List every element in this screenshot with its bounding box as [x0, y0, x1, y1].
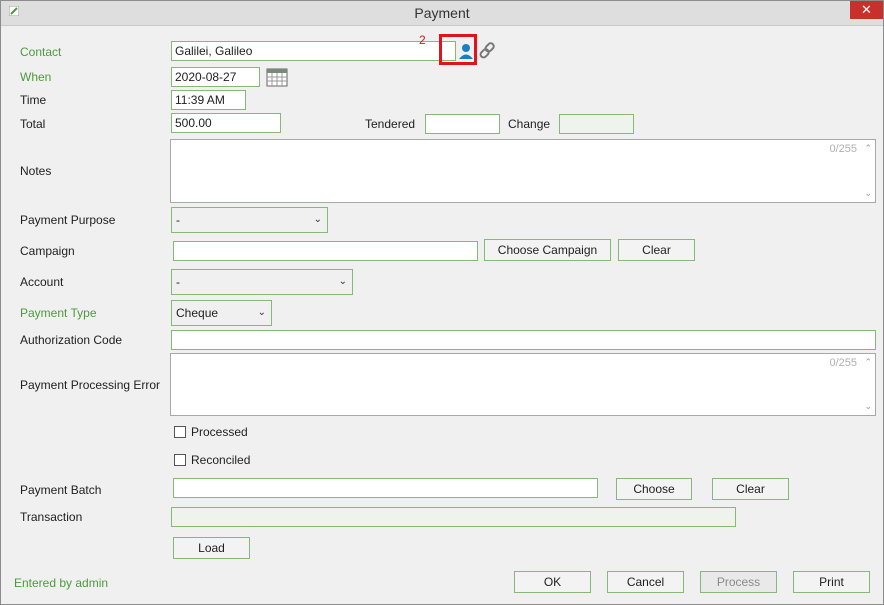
payment-type-value: Cheque — [176, 306, 219, 320]
processed-label: Processed — [191, 425, 248, 439]
payment-purpose-label: Payment Purpose — [20, 213, 116, 227]
reconciled-label: Reconciled — [191, 453, 251, 467]
contact-label: Contact — [20, 45, 62, 59]
entered-by-text: Entered by admin — [14, 576, 109, 590]
scroll-up-icon[interactable]: ⌃ — [864, 143, 872, 154]
transaction-label: Transaction — [20, 510, 83, 524]
total-label: Total — [20, 117, 46, 131]
payment-type-label: Payment Type — [20, 306, 97, 320]
payment-purpose-value: - — [176, 213, 180, 227]
authorization-code-field[interactable] — [171, 330, 876, 350]
link-icon[interactable] — [478, 41, 498, 61]
chevron-down-icon: ⌄ — [257, 307, 266, 318]
tendered-field[interactable] — [425, 114, 500, 134]
time-field[interactable]: 11:39 AM — [171, 90, 246, 110]
processing-error-counter: 0/255 — [829, 357, 857, 369]
campaign-field[interactable] — [173, 241, 478, 261]
account-label: Account — [20, 275, 64, 289]
scroll-down-icon[interactable]: ⌄ — [864, 401, 872, 412]
time-label: Time — [20, 93, 47, 107]
calendar-icon[interactable] — [266, 67, 288, 87]
when-date-field[interactable]: 2020-08-27 — [171, 67, 260, 87]
account-select[interactable]: - ⌄ — [171, 269, 353, 295]
authorization-code-label: Authorization Code — [20, 333, 123, 347]
tendered-label: Tendered — [365, 117, 416, 131]
clear-campaign-button[interactable]: Clear — [618, 239, 695, 261]
clear-batch-button[interactable]: Clear — [712, 478, 789, 500]
process-button: Process — [700, 571, 777, 593]
processing-error-label: Payment Processing Error — [20, 378, 161, 392]
contact-field[interactable]: Galilei, Galileo — [171, 41, 456, 61]
close-button[interactable]: ✕ — [850, 1, 883, 19]
ok-button[interactable]: OK — [514, 571, 591, 593]
payment-batch-field[interactable] — [173, 478, 598, 498]
campaign-label: Campaign — [20, 244, 75, 258]
cancel-button[interactable]: Cancel — [607, 571, 684, 593]
choose-batch-button[interactable]: Choose — [616, 478, 692, 500]
print-button[interactable]: Print — [793, 571, 870, 593]
processed-checkbox[interactable] — [174, 426, 186, 438]
transaction-field — [171, 507, 736, 527]
chevron-down-icon: ⌄ — [338, 276, 347, 287]
scroll-down-icon[interactable]: ⌄ — [864, 188, 872, 199]
account-value: - — [176, 275, 180, 289]
annotation-marker: 2 — [419, 33, 426, 47]
when-label: When — [20, 70, 52, 84]
notes-textarea[interactable]: 0/255 ⌃ ⌄ — [170, 139, 876, 203]
change-label: Change — [508, 117, 551, 131]
title-bar: Payment ✕ — [1, 1, 883, 26]
payment-purpose-select[interactable]: - ⌄ — [171, 207, 328, 233]
reconciled-checkbox[interactable] — [174, 454, 186, 466]
payment-batch-label: Payment Batch — [20, 483, 102, 497]
payment-type-select[interactable]: Cheque ⌄ — [171, 300, 272, 326]
processing-error-textarea[interactable]: 0/255 ⌃ ⌄ — [170, 353, 876, 416]
notes-label: Notes — [20, 164, 52, 178]
choose-campaign-button[interactable]: Choose Campaign — [484, 239, 611, 261]
notes-counter: 0/255 — [829, 143, 857, 155]
scroll-up-icon[interactable]: ⌃ — [864, 357, 872, 368]
chevron-down-icon: ⌄ — [313, 214, 322, 225]
payment-dialog: Payment ✕ Contact Galilei, Galileo 2 Whe… — [0, 0, 884, 605]
change-field — [559, 114, 634, 134]
total-field[interactable]: 500.00 — [171, 113, 281, 133]
person-icon[interactable] — [456, 41, 476, 61]
window-title: Payment — [414, 5, 470, 21]
load-button[interactable]: Load — [173, 537, 250, 559]
